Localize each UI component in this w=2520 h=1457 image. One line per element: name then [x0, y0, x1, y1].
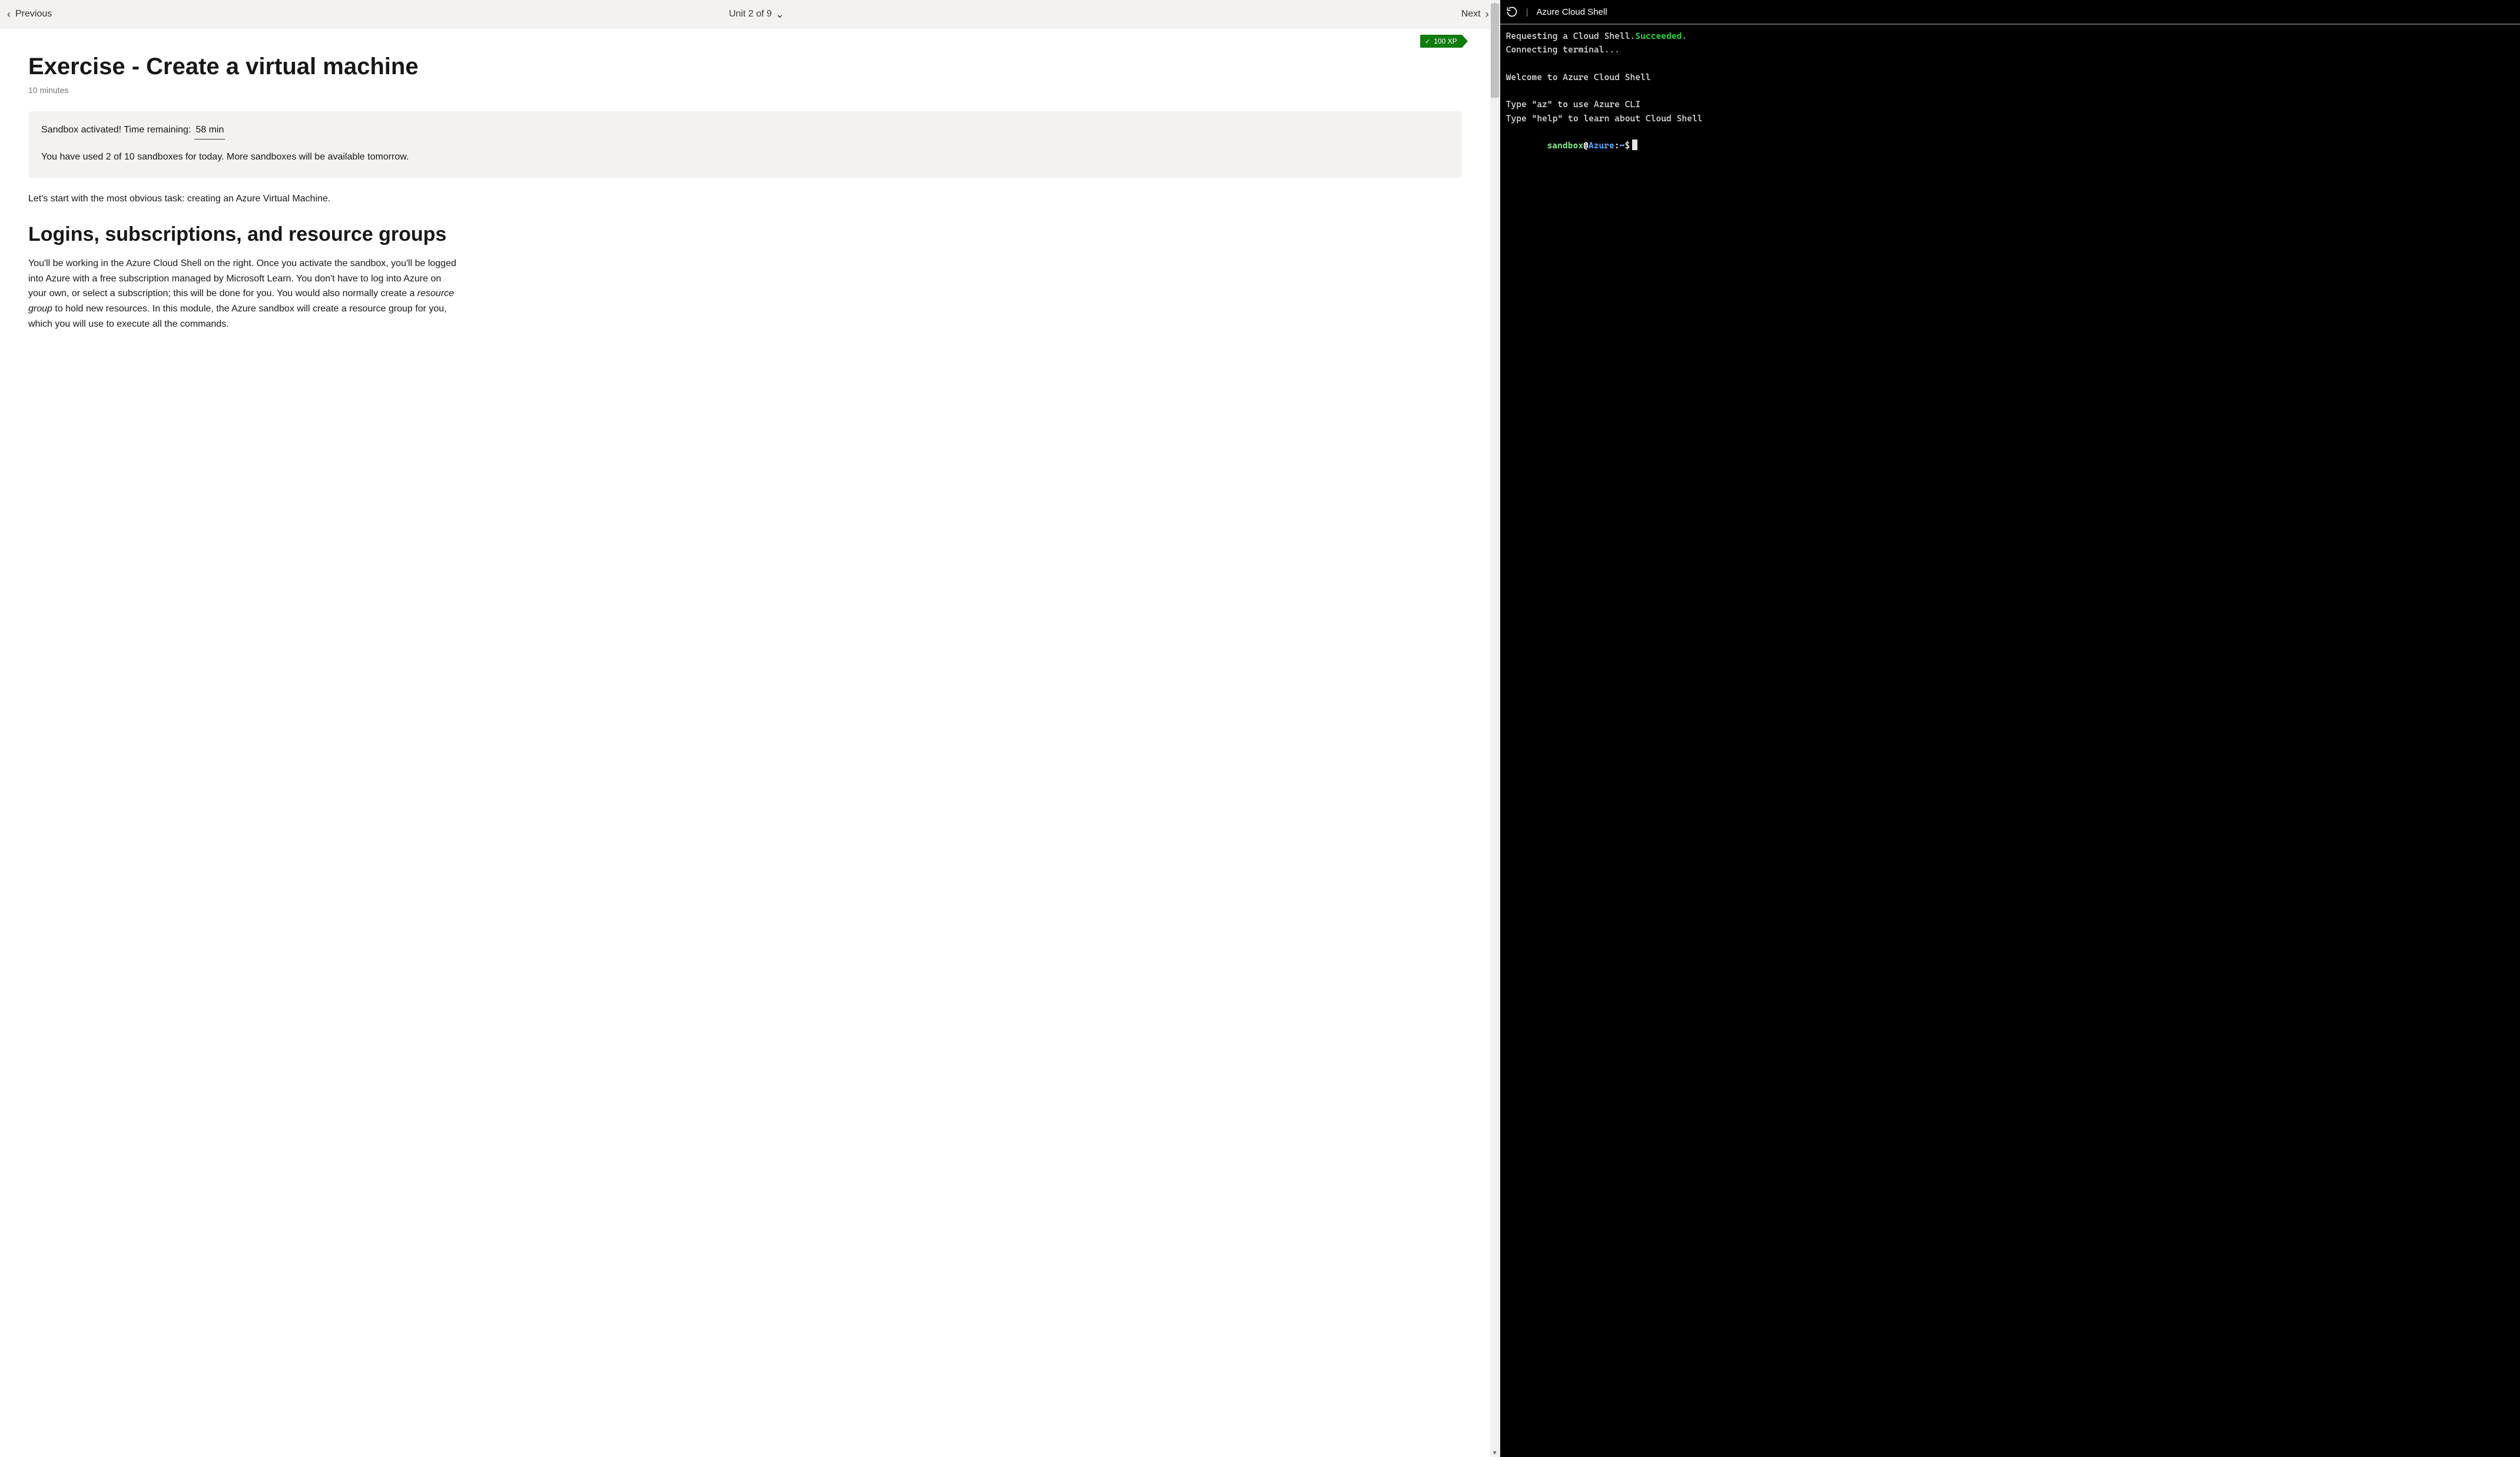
terminal-prompt[interactable]: sandbox@Azure:~$ — [1506, 140, 1638, 151]
term-line1b: Succeeded. — [1635, 31, 1687, 41]
previous-button[interactable]: ‹ Previous — [7, 8, 52, 21]
cloud-shell-pane: | Azure Cloud Shell Requesting a Cloud S… — [1500, 0, 2520, 1457]
terminal-cursor — [1632, 140, 1637, 150]
chevron-right-icon: › — [1486, 8, 1489, 21]
term-tip2: Type "help" to learn about Cloud Shell — [1506, 113, 1703, 124]
term-tip1: Type "az" to use Azure CLI — [1506, 99, 1641, 109]
body-post: to hold new resources. In this module, t… — [28, 304, 447, 329]
section-heading: Logins, subscriptions, and resource grou… — [28, 223, 1462, 247]
sandbox-time-remaining: 58 min — [194, 123, 225, 140]
next-label: Next — [1461, 9, 1481, 19]
sandbox-usage-text: You have used 2 of 10 sandboxes for toda… — [41, 150, 1449, 165]
page-title: Exercise - Create a virtual machine — [28, 52, 1462, 81]
term-welcome: Welcome to Azure Cloud Shell — [1506, 72, 1651, 82]
scroll-thumb[interactable] — [1491, 4, 1499, 98]
prompt-at: @ — [1583, 140, 1589, 151]
divider: | — [1526, 7, 1528, 17]
prompt-colon: : — [1614, 140, 1620, 151]
previous-label: Previous — [15, 9, 52, 19]
cloud-shell-title: Azure Cloud Shell — [1537, 7, 1607, 17]
chevron-left-icon: ‹ — [7, 8, 11, 21]
unit-label: Unit 2 of 9 — [729, 9, 772, 19]
content-pane: ‹ Previous Unit 2 of 9 ⌄ Next › ✓ 100 XP… — [0, 0, 1500, 1457]
prompt-dollar: $ — [1624, 140, 1630, 151]
chevron-down-icon: ⌄ — [775, 8, 784, 21]
restart-icon[interactable] — [1506, 6, 1518, 18]
prompt-sandbox: sandbox — [1547, 140, 1584, 151]
content-scrollbar[interactable]: ▲ ▼ — [1490, 0, 1500, 1457]
unit-picker[interactable]: Unit 2 of 9 ⌄ — [729, 8, 784, 21]
sandbox-status-card: Sandbox activated! Time remaining: 58 mi… — [28, 111, 1462, 178]
scroll-down-icon[interactable]: ▼ — [1490, 1449, 1500, 1457]
term-line1a: Requesting a Cloud Shell. — [1506, 31, 1636, 41]
body-pre: You'll be working in the Azure Cloud She… — [28, 258, 456, 298]
lead-paragraph: Let's start with the most obvious task: … — [28, 192, 1462, 207]
check-icon: ✓ — [1425, 38, 1430, 45]
term-line2: Connecting terminal... — [1506, 44, 1620, 55]
xp-label: 100 XP — [1434, 37, 1457, 45]
xp-badge: ✓ 100 XP — [1420, 35, 1462, 48]
content-body: ✓ 100 XP Exercise - Create a virtual mac… — [0, 29, 1490, 1457]
time-estimate: 10 minutes — [28, 85, 1462, 95]
section-body: You'll be working in the Azure Cloud She… — [28, 256, 458, 331]
sandbox-activated-text: Sandbox activated! Time remaining: — [41, 123, 191, 138]
prompt-azure: Azure — [1589, 140, 1614, 151]
next-button[interactable]: Next › — [1461, 8, 1489, 21]
cloud-shell-header: | Azure Cloud Shell — [1500, 0, 2520, 25]
terminal-output[interactable]: Requesting a Cloud Shell.Succeeded. Conn… — [1500, 25, 2520, 152]
unit-nav-bar: ‹ Previous Unit 2 of 9 ⌄ Next › — [0, 0, 1500, 29]
